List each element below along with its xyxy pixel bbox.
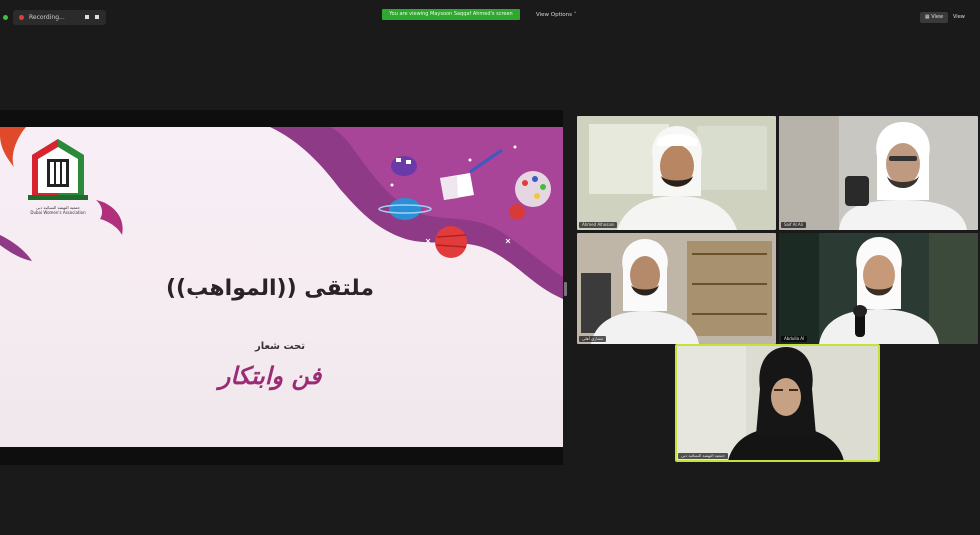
zoom-meeting-window: Recording... You are viewing Maysoon Saq… <box>0 0 980 535</box>
pause-recording-icon[interactable] <box>85 15 89 19</box>
participant-video <box>676 345 879 461</box>
meeting-top-bar: Recording... You are viewing Maysoon Saq… <box>0 8 980 28</box>
participant-name: مشاري أهلي <box>579 336 607 342</box>
participant-video-tile[interactable]: Ahmed Alhosani <box>577 116 776 230</box>
participant-name: Abdulla Al <box>781 336 808 342</box>
panel-resize-handle[interactable] <box>564 282 567 296</box>
recording-dot-icon <box>19 15 24 20</box>
participant-name: Saif Al Ali <box>781 222 806 228</box>
participant-video <box>779 116 978 230</box>
view-right-button[interactable]: View <box>953 12 965 23</box>
participant-video <box>779 233 978 344</box>
participant-name: جمعية النهضة النسائية دبي <box>678 453 728 459</box>
screen-share-banner: You are viewing Maysoon Saqqaf Ahmed's s… <box>382 9 520 20</box>
connection-status-icon <box>3 15 8 20</box>
participant-video-tile[interactable]: Saif Al Ali <box>779 116 978 230</box>
organization-name-english: Dubai Women's Association <box>30 210 86 215</box>
slide-subtitle: تحت شعار <box>254 341 306 352</box>
recording-label: Recording... <box>29 14 65 21</box>
slide-slogan: فن وابتكار <box>218 362 322 390</box>
participant-video-tile[interactable]: مشاري أهلي <box>577 233 776 344</box>
stop-recording-icon[interactable] <box>95 15 99 19</box>
organization-name: جمعية النهضة النسائية دبي Dubai Women's … <box>18 205 98 215</box>
view-options-dropdown[interactable]: View Options ˅ <box>536 10 577 20</box>
participant-video <box>577 116 776 230</box>
participant-name: Ahmed Alhosani <box>579 222 618 228</box>
participant-video <box>577 233 776 344</box>
organization-logo <box>28 139 88 200</box>
active-speaker-video-tile[interactable]: جمعية النهضة النسائية دبي <box>675 344 880 462</box>
recording-indicator[interactable]: Recording... <box>13 10 106 25</box>
participant-video-tile[interactable]: Abdulla Al <box>779 233 978 344</box>
slide-title: ملتقى ((المواهب)) <box>166 276 374 301</box>
view-button[interactable]: ▦ View <box>920 12 948 23</box>
shared-screen: جمعية النهضة النسائية دبي Dubai Women's … <box>0 110 563 465</box>
presentation-slide: جمعية النهضة النسائية دبي Dubai Women's … <box>0 127 563 447</box>
